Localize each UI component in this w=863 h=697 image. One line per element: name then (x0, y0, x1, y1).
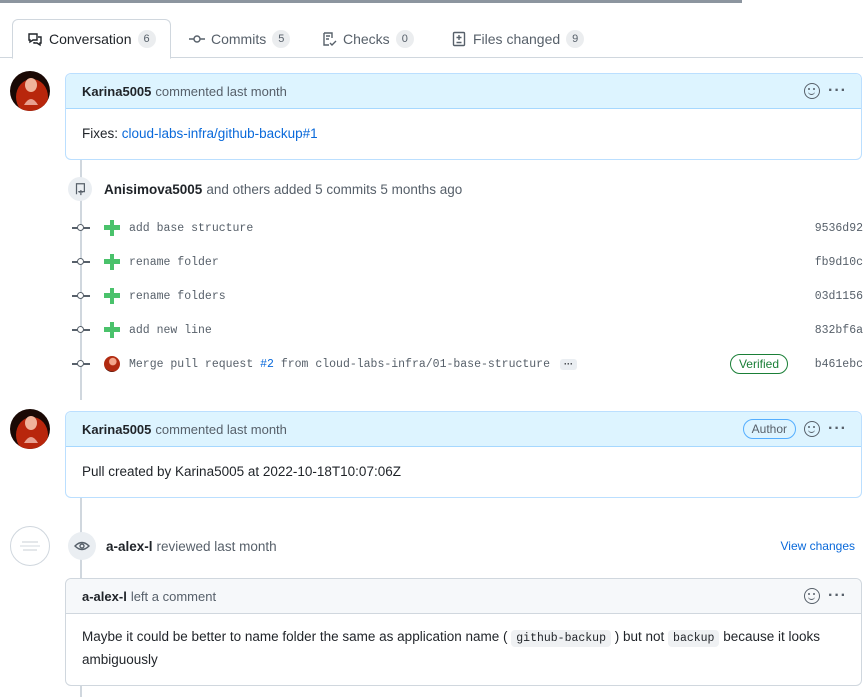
tab-count: 6 (137, 30, 156, 48)
pr-tabs: Conversation 6 Commits 5 Checks 0 Files … (0, 19, 863, 59)
commit-message[interactable]: Merge pull request #2 from cloud-labs-in… (129, 358, 550, 371)
kebab-horizontal-icon[interactable]: ··· (828, 83, 847, 99)
comment-box: Karina5005 commented last month Author ·… (65, 411, 862, 498)
commit-sha[interactable]: 03d1156 (815, 290, 863, 303)
merge-prefix: Merge pull request (129, 357, 261, 371)
pr-link[interactable]: #2 (260, 358, 274, 371)
avatar[interactable] (10, 526, 50, 566)
review-event: a-alex-l reviewed last month View change… (68, 532, 863, 560)
commit-message[interactable]: add new line (129, 324, 212, 337)
commits-group-header: Anisimova5005 and others added 5 commits… (68, 177, 462, 201)
merge-suffix: from cloud-labs-infra/01-base-structure (273, 357, 550, 371)
commit-icon (72, 290, 90, 302)
tab-label: Checks (343, 30, 390, 47)
conversation-icon (28, 33, 42, 47)
timeline-line (80, 686, 82, 697)
tab-label: Commits (211, 30, 267, 47)
tab-count: 5 (272, 29, 291, 48)
plus-icon (104, 254, 120, 270)
smiley-icon[interactable] (804, 588, 821, 604)
review-meta[interactable]: reviewed last month (157, 539, 277, 554)
plus-icon (104, 220, 120, 236)
comment-box: Karina5005 commented last month ··· Fixe… (65, 73, 862, 160)
tab-files-changed[interactable]: Files changed 9 (437, 19, 598, 58)
commits-meta: and others added 5 commits 5 months ago (206, 181, 463, 197)
smiley-icon[interactable] (804, 421, 821, 437)
commits-author[interactable]: Anisimova5005 (104, 182, 202, 197)
review-comment-box: a-alex-l left a comment ··· Maybe it cou… (65, 578, 862, 686)
tab-label: Files changed (473, 30, 561, 47)
commit-icon (72, 256, 90, 268)
avatar[interactable] (104, 356, 120, 372)
commit-row: add base structure 9536d92 (72, 216, 863, 240)
comment-meta[interactable]: commented last month (155, 84, 287, 99)
comment-text: Fixes: (82, 126, 122, 141)
commit-icon (72, 324, 90, 336)
comment-body: Fixes: cloud-labs-infra/github-backup#1 (66, 109, 861, 158)
commit-row-merge: Merge pull request #2 from cloud-labs-in… (72, 352, 863, 376)
commit-icon (72, 222, 90, 234)
kebab-horizontal-icon[interactable]: ··· (828, 588, 847, 604)
plus-icon (104, 322, 120, 338)
avatar[interactable] (10, 71, 50, 111)
commit-message[interactable]: rename folders (129, 290, 226, 303)
commit-sha[interactable]: 832bf6a (815, 324, 863, 337)
author-badge: Author (742, 419, 797, 439)
comment-text: Maybe it could be better to name folder … (82, 629, 508, 644)
commit-sha[interactable]: b461ebc (815, 358, 863, 371)
view-changes-link[interactable]: View changes (781, 539, 856, 553)
eye-icon (68, 532, 96, 560)
commit-row: rename folders 03d1156 (72, 284, 863, 308)
tab-count: 0 (395, 29, 414, 48)
commit-sha[interactable]: 9536d92 (815, 222, 863, 235)
verified-badge[interactable]: Verified (729, 354, 788, 374)
tab-count: 9 (566, 29, 585, 48)
commit-icon (189, 34, 205, 43)
comment-author[interactable]: Karina5005 (82, 422, 151, 437)
comment-author[interactable]: a-alex-l (82, 589, 127, 604)
kebab-horizontal-icon[interactable]: ··· (828, 421, 847, 437)
tab-label: Conversation (49, 31, 132, 47)
checklist-icon (323, 31, 337, 46)
commit-row: add new line 832bf6a (72, 318, 863, 342)
comment-header: a-alex-l left a comment ··· (66, 579, 861, 614)
plus-icon (104, 288, 120, 304)
commit-message[interactable]: add base structure (129, 222, 253, 235)
comment-text: ) but not (614, 629, 665, 644)
inline-code: github-backup (511, 630, 611, 647)
comment-header: Karina5005 commented last month Author ·… (66, 412, 861, 447)
top-divider (0, 0, 742, 3)
expand-commit-button[interactable]: ··· (559, 358, 577, 370)
tab-conversation[interactable]: Conversation 6 (12, 19, 171, 59)
inline-code: backup (668, 630, 720, 647)
reviewer-name[interactable]: a-alex-l (106, 539, 153, 554)
comment-header: Karina5005 commented last month ··· (66, 74, 861, 109)
comment-meta[interactable]: commented last month (155, 422, 287, 437)
commit-row: rename folder fb9d10c (72, 250, 863, 274)
tab-commits[interactable]: Commits 5 (175, 19, 304, 58)
file-diff-icon (452, 31, 466, 46)
smiley-icon[interactable] (804, 83, 821, 99)
commit-message[interactable]: rename folder (129, 256, 219, 269)
avatar[interactable] (10, 409, 50, 449)
commit-icon (72, 358, 90, 370)
repo-push-icon (68, 177, 92, 201)
tab-checks[interactable]: Checks 0 (307, 19, 428, 58)
comment-author[interactable]: Karina5005 (82, 84, 151, 99)
comment-text: Pull created by Karina5005 at 2022-10-18… (82, 464, 401, 479)
comment-meta: left a comment (130, 588, 217, 604)
comment-body: Pull created by Karina5005 at 2022-10-18… (66, 447, 861, 496)
commit-sha[interactable]: fb9d10c (815, 256, 863, 269)
issue-link[interactable]: cloud-labs-infra/github-backup#1 (122, 126, 318, 141)
comment-body: Maybe it could be better to name folder … (66, 614, 861, 684)
